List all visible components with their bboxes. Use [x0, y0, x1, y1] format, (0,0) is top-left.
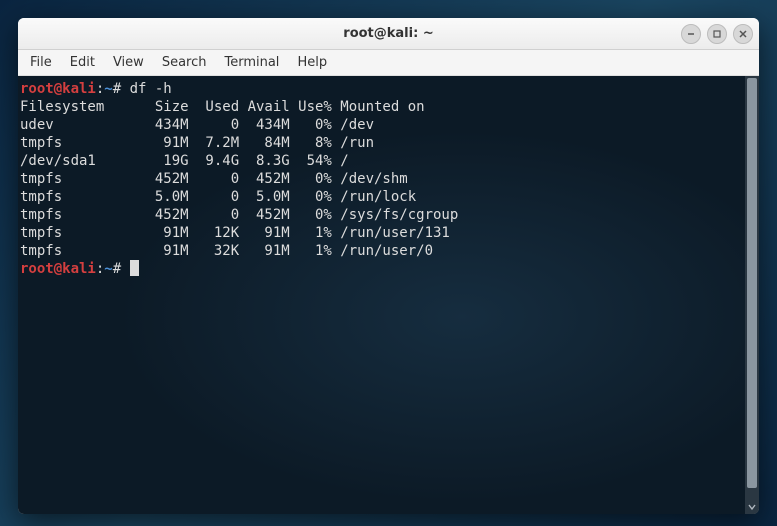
prompt-path: ~	[104, 81, 112, 97]
scroll-thumb[interactable]	[747, 78, 757, 488]
close-icon	[738, 29, 748, 39]
output-row: tmpfs 5.0M 0 5.0M 0% /run/lock	[20, 189, 416, 205]
cursor-icon	[130, 260, 139, 276]
output-row: tmpfs 91M 12K 91M 1% /run/user/131	[20, 225, 450, 241]
output-row: tmpfs 452M 0 452M 0% /sys/fs/cgroup	[20, 207, 458, 223]
output-row: tmpfs 91M 32K 91M 1% /run/user/0	[20, 243, 433, 259]
terminal-area[interactable]: root@kali:~# df -h Filesystem Size Used …	[18, 76, 759, 514]
maximize-icon	[712, 29, 722, 39]
minimize-icon	[686, 29, 696, 39]
menu-view[interactable]: View	[105, 52, 152, 73]
prompt-path: ~	[104, 261, 112, 277]
menu-terminal[interactable]: Terminal	[216, 52, 287, 73]
prompt-user: root@kali	[20, 81, 96, 97]
command-text: df -h	[130, 81, 172, 97]
close-button[interactable]	[733, 24, 753, 44]
titlebar: root@kali: ~	[18, 18, 759, 50]
prompt-user: root@kali	[20, 261, 96, 277]
output-row: udev 434M 0 434M 0% /dev	[20, 117, 374, 133]
window-controls	[681, 24, 753, 44]
output-header: Filesystem Size Used Avail Use% Mounted …	[20, 99, 425, 115]
prompt-sep2: #	[113, 81, 130, 97]
menu-search[interactable]: Search	[154, 52, 215, 73]
terminal-content[interactable]: root@kali:~# df -h Filesystem Size Used …	[18, 76, 745, 514]
prompt-sep2: #	[113, 261, 130, 277]
menu-file[interactable]: File	[22, 52, 60, 73]
scroll-down-button[interactable]	[745, 500, 759, 514]
minimize-button[interactable]	[681, 24, 701, 44]
menu-edit[interactable]: Edit	[62, 52, 103, 73]
output-row: tmpfs 91M 7.2M 84M 8% /run	[20, 135, 374, 151]
menu-help[interactable]: Help	[289, 52, 335, 73]
output-row: tmpfs 452M 0 452M 0% /dev/shm	[20, 171, 408, 187]
window-title: root@kali: ~	[18, 26, 759, 41]
menubar: File Edit View Search Terminal Help	[18, 50, 759, 76]
terminal-window: root@kali: ~ File Edit View Search Termi…	[18, 18, 759, 514]
maximize-button[interactable]	[707, 24, 727, 44]
output-row: /dev/sda1 19G 9.4G 8.3G 54% /	[20, 153, 349, 169]
scrollbar[interactable]	[745, 76, 759, 514]
chevron-down-icon	[748, 503, 756, 511]
